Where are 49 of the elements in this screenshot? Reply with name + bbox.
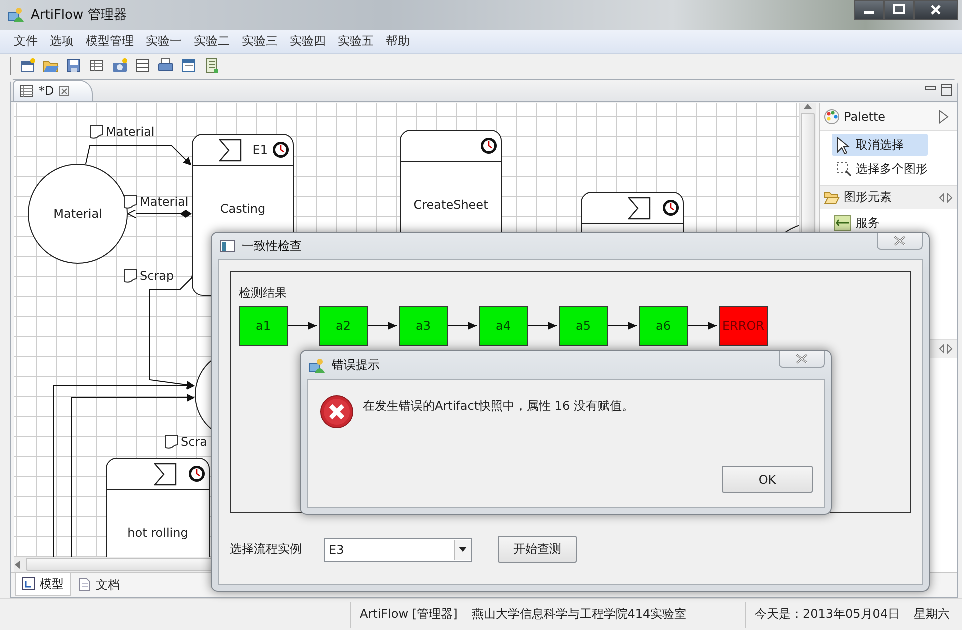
dialog-title: 错误提示	[332, 356, 380, 374]
palette-item[interactable]: 服务	[834, 212, 957, 234]
ok-button[interactable]: OK	[722, 466, 813, 493]
node-label: Material	[52, 206, 104, 222]
status-text: 今天是：2013年05月04日	[755, 606, 900, 624]
node-tag: E1	[252, 143, 268, 158]
menu-item[interactable]: 帮助	[380, 32, 416, 50]
menu-item[interactable]: 实验二	[188, 32, 236, 50]
note-label: Material	[106, 125, 155, 140]
status-text: 燕山大学信息科学与工程学院414实验室	[472, 606, 687, 624]
editor-tab[interactable]: *D	[13, 80, 94, 102]
step-box: a3	[399, 306, 448, 346]
start-button[interactable]: 开始查测	[498, 536, 577, 563]
note-label: Scra	[181, 435, 208, 450]
note-label: Material	[140, 195, 189, 210]
error-message: 在发生错误的Artifact快照中，属性 16 没有赋值。	[363, 398, 634, 415]
field-label: 选择流程实例	[230, 541, 303, 558]
status-text: 星期六	[914, 606, 950, 624]
step-box: a2	[319, 306, 368, 346]
palette-drawer[interactable]: 图形元素	[820, 185, 957, 210]
menu-item[interactable]: 文件	[8, 32, 44, 50]
step-box: a6	[639, 306, 688, 346]
window-title: ArtiFlow 管理器	[31, 6, 127, 24]
tab-label[interactable]: *D	[39, 84, 54, 98]
instance-dropdown[interactable]: E3	[324, 538, 472, 562]
node-label: hot rolling	[126, 525, 190, 542]
step-box: ERROR	[719, 306, 768, 346]
view-tab[interactable]: 模型	[15, 573, 71, 596]
step-box: a4	[479, 306, 528, 346]
view-tab[interactable]: 文档	[71, 573, 127, 598]
tool-label[interactable]: 取消选择	[856, 136, 904, 154]
drawer-label[interactable]: 图形元素	[844, 189, 892, 206]
note-label: Scrap	[140, 269, 174, 284]
menu-item[interactable]: 实验五	[332, 32, 380, 50]
palette-tool[interactable]: 选择多个图形	[832, 158, 928, 180]
menu-item[interactable]: 实验三	[236, 32, 284, 50]
menu-item[interactable]: 选项	[44, 32, 80, 50]
menu-item[interactable]: 实验一	[140, 32, 188, 50]
menu-item[interactable]: 模型管理	[80, 32, 140, 50]
palette-tool[interactable]: 取消选择	[832, 134, 928, 156]
palette-title: Palette	[844, 110, 886, 124]
node-label: CreateSheet	[412, 197, 490, 214]
step-box: a1	[239, 306, 288, 346]
status-text: ArtiFlow [管理器]	[360, 606, 458, 624]
node-label: Casting	[219, 201, 267, 218]
item-label[interactable]: 服务	[856, 214, 880, 232]
menu-item[interactable]: 实验四	[284, 32, 332, 50]
step-box: a5	[559, 306, 608, 346]
tool-label[interactable]: 选择多个图形	[856, 160, 928, 178]
